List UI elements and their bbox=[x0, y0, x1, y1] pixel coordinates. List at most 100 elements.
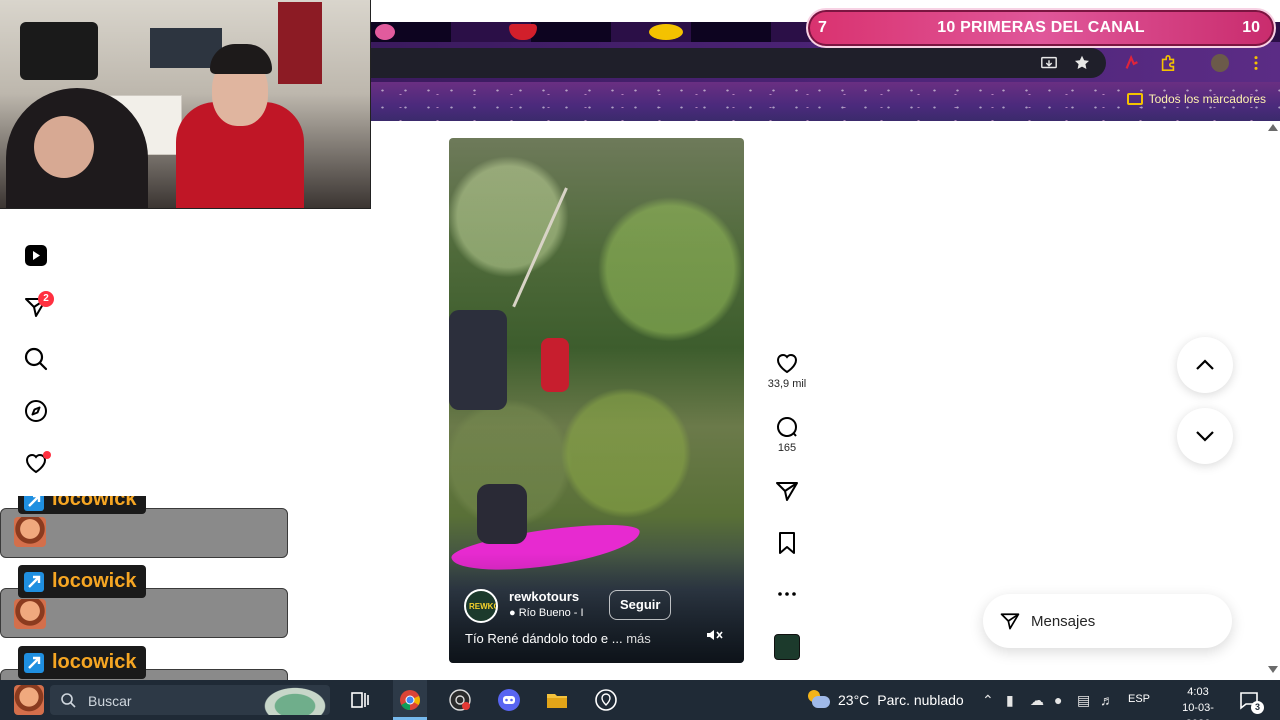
messages-send-icon bbox=[1000, 613, 1020, 630]
search-icon bbox=[61, 693, 76, 708]
like-count: 33,9 mil bbox=[767, 378, 807, 390]
address-bar[interactable] bbox=[371, 48, 1106, 78]
reel-video[interactable]: REWKO rewkotours ● Río Bueno - I Seguir … bbox=[449, 138, 744, 663]
mute-icon[interactable] bbox=[705, 626, 723, 644]
notification-dot bbox=[43, 451, 51, 459]
chevron-up-icon bbox=[1196, 359, 1214, 370]
webcam-poster bbox=[20, 22, 98, 80]
chat-badge-icon bbox=[24, 653, 44, 673]
reel-location[interactable]: ● Río Bueno - I bbox=[509, 607, 584, 619]
video-kayaker bbox=[477, 484, 527, 544]
webcam-hair-right bbox=[210, 44, 272, 74]
video-people-group bbox=[449, 310, 507, 410]
tray-overflow-chevron-icon[interactable]: ⌃ bbox=[982, 691, 994, 709]
chevron-down-icon bbox=[1196, 431, 1214, 442]
microphone-icon[interactable]: ● bbox=[1054, 691, 1062, 709]
weather-description: Parc. nublado bbox=[877, 692, 964, 708]
bookmark-icon bbox=[779, 532, 795, 554]
all-bookmarks-button[interactable]: Todos los marcadores bbox=[1126, 92, 1266, 106]
messages-pill[interactable]: Mensajes bbox=[983, 594, 1232, 648]
bookmark-star-icon[interactable] bbox=[1073, 54, 1091, 72]
notification-center-icon[interactable]: 3 bbox=[1238, 689, 1264, 714]
avatar-logo-text: REWKO bbox=[469, 602, 498, 611]
comment-action[interactable]: 165 bbox=[770, 414, 804, 454]
maps-pin-icon[interactable] bbox=[594, 688, 618, 712]
chat-message bbox=[0, 508, 288, 558]
bookmarks-bar: Todos los marcadores bbox=[371, 82, 1280, 121]
screen: Todos los marcadores 7 10 PRIMERAS DEL C… bbox=[0, 0, 1280, 720]
scrollbar-up-arrow[interactable] bbox=[1268, 124, 1278, 131]
share-icon bbox=[776, 482, 798, 501]
search-icon[interactable] bbox=[23, 346, 49, 372]
folder-icon bbox=[1126, 93, 1143, 105]
file-explorer-icon[interactable] bbox=[545, 688, 569, 712]
chrome-icon[interactable] bbox=[398, 688, 422, 712]
share-action[interactable] bbox=[770, 478, 804, 504]
theme-emblem bbox=[375, 24, 395, 40]
puzzle-icon[interactable] bbox=[1159, 54, 1177, 72]
obs-icon[interactable] bbox=[448, 688, 472, 712]
network-icon[interactable]: ▤ bbox=[1077, 691, 1090, 709]
explore-compass-icon[interactable] bbox=[23, 398, 49, 424]
clock[interactable]: 4:03 10-03-2026 bbox=[1170, 684, 1226, 720]
weather-temperature: 23°C bbox=[838, 692, 870, 708]
chat-username-text: locowick bbox=[52, 488, 137, 510]
more-options-action[interactable] bbox=[770, 581, 804, 607]
next-reel-button[interactable] bbox=[1177, 408, 1233, 464]
previous-reel-button[interactable] bbox=[1177, 337, 1233, 393]
all-bookmarks-label: Todos los marcadores bbox=[1148, 92, 1266, 106]
install-app-icon[interactable] bbox=[1040, 54, 1058, 72]
chat-username: locowick bbox=[18, 646, 147, 679]
taskbar-chat-avatar bbox=[14, 685, 44, 715]
taskbar: Buscar 23°C Parc. nublado ⌃ ▮ ☁ ● ▤ ♬ ES… bbox=[0, 680, 1280, 720]
clock-time: 4:03 bbox=[1187, 686, 1209, 698]
webcam-overlay bbox=[0, 0, 371, 209]
chat-username-text: locowick bbox=[52, 570, 137, 592]
follow-button[interactable]: Seguir bbox=[609, 590, 672, 620]
task-view-icon[interactable] bbox=[348, 688, 372, 712]
notifications-badge: 2 bbox=[38, 291, 54, 307]
reel-caption-text: Tío René dándolo todo e ... bbox=[465, 631, 623, 646]
caption-more-link[interactable]: más bbox=[626, 631, 651, 646]
like-action[interactable]: 33,9 mil bbox=[768, 350, 806, 390]
reel-username[interactable]: rewkotours bbox=[509, 589, 579, 604]
browser-toolbar bbox=[371, 42, 1280, 82]
profile-avatar[interactable] bbox=[1211, 54, 1229, 72]
more-dots-icon bbox=[778, 592, 796, 596]
comment-icon bbox=[777, 417, 798, 437]
banner-title: 10 PRIMERAS DEL CANAL bbox=[937, 19, 1145, 36]
chat-username: locowick bbox=[18, 488, 147, 514]
stream-goal-banner: 7 10 PRIMERAS DEL CANAL 10 bbox=[806, 8, 1276, 48]
video-person-rope bbox=[541, 338, 569, 392]
banner-right-number: 10 bbox=[1242, 19, 1260, 36]
weather-widget[interactable]: 23°C Parc. nublado bbox=[806, 687, 964, 713]
taskbar-search[interactable]: Buscar bbox=[50, 685, 330, 715]
discord-icon[interactable] bbox=[497, 688, 521, 712]
chat-avatar bbox=[14, 517, 46, 547]
webcam-face-left bbox=[34, 116, 94, 178]
reels-icon[interactable] bbox=[23, 242, 49, 268]
chat-username-text: locowick bbox=[52, 651, 137, 673]
tray-cloud-icon[interactable]: ☁ bbox=[1030, 691, 1044, 709]
heart-icon bbox=[776, 354, 798, 374]
menu-kebab-icon[interactable] bbox=[1247, 54, 1265, 72]
search-placeholder: Buscar bbox=[88, 693, 132, 709]
save-action[interactable] bbox=[770, 530, 804, 556]
reel-location-text: Río Bueno - I bbox=[518, 607, 584, 619]
tray-device-icon[interactable]: ▮ bbox=[1006, 691, 1014, 709]
theme-emblem bbox=[649, 24, 683, 40]
webcam-banner bbox=[278, 2, 322, 84]
search-highlight-art bbox=[260, 685, 330, 715]
notification-count: 3 bbox=[1251, 701, 1264, 714]
reel-caption[interactable]: Tío René dándolo todo e ... más bbox=[465, 631, 651, 646]
reel-author-avatar[interactable]: REWKO bbox=[464, 589, 498, 623]
audio-thumbnail[interactable] bbox=[774, 634, 800, 660]
messages-label: Mensajes bbox=[1031, 613, 1096, 630]
extension-icon[interactable] bbox=[1123, 54, 1141, 72]
chat-username: locowick bbox=[18, 565, 147, 598]
chat-avatar bbox=[14, 599, 46, 629]
volume-icon[interactable]: ♬ bbox=[1100, 691, 1114, 709]
weather-partly-cloudy-icon bbox=[806, 690, 830, 710]
language-indicator[interactable]: ESP bbox=[1128, 693, 1150, 705]
scrollbar-down-arrow[interactable] bbox=[1268, 666, 1278, 673]
